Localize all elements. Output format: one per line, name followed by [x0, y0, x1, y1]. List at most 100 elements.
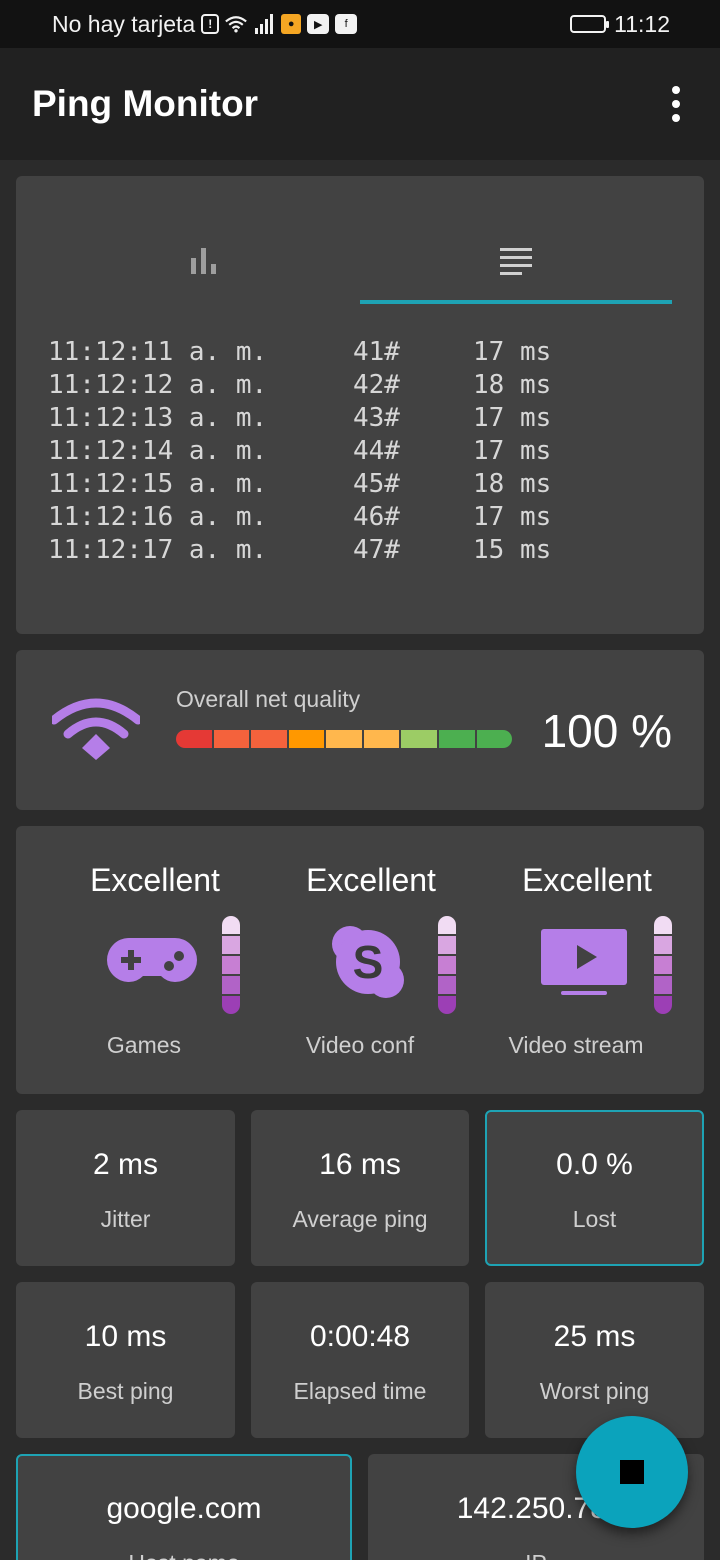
wifi-status-icon: [225, 13, 248, 35]
quality-bar-segment: [251, 730, 289, 748]
quality-bar-segment: [288, 730, 327, 748]
host-name-label: Host name: [18, 1550, 350, 1560]
meter-segment: [654, 956, 672, 976]
log-seq: 46#: [353, 502, 400, 532]
log-latency: 17 ms: [473, 337, 552, 367]
stat-label: Lost: [572, 1206, 617, 1232]
use-cases-card: Excellent Games Excellent S Video conf E…: [16, 826, 704, 1094]
stat-value: 25 ms: [553, 1320, 636, 1353]
carrier-text: No hay tarjeta: [52, 10, 196, 37]
log-row: 11:12:14 a. m. 44# 17 ms: [48, 435, 551, 468]
bar-chart-icon: [191, 248, 216, 274]
stat-worst-ping: 25 ms Worst ping: [485, 1282, 704, 1438]
quality-bar-segment: [401, 730, 439, 748]
log-time: 11:12:13 a. m.: [48, 403, 268, 433]
ping-log-list: 11:12:11 a. m. 41# 17 ms 11:12:12 a. m. 42# 1…: [48, 336, 551, 567]
log-latency: 18 ms: [473, 469, 552, 499]
log-row: 11:12:16 a. m. 46# 17 ms: [48, 501, 551, 534]
gamepad-icon: [107, 938, 197, 982]
log-latency: 15 ms: [473, 535, 552, 565]
wifi-icon: [52, 698, 140, 760]
log-time: 11:12:11 a. m.: [48, 337, 268, 367]
stat-value: 0:00:48: [309, 1320, 411, 1353]
video-stream-quality-meter: [654, 916, 672, 1014]
clock: 11:12: [614, 10, 670, 37]
meter-segment: [438, 996, 456, 1014]
battery-icon: [570, 15, 610, 33]
log-time: 11:12:15 a. m.: [48, 469, 268, 499]
ping-log-card: 11:12:11 a. m. 41# 17 ms 11:12:12 a. m. 42# 1…: [16, 176, 704, 634]
log-row: 11:12:15 a. m. 45# 18 ms: [48, 468, 551, 501]
svg-text:S: S: [353, 936, 384, 988]
stat-best-ping: 10 ms Best ping: [16, 1282, 235, 1438]
use-case-status: Excellent: [522, 862, 652, 898]
tab-indicator: [360, 300, 672, 304]
log-latency: 17 ms: [473, 436, 552, 466]
meter-segment: [654, 916, 672, 936]
facebook-icon: f: [335, 14, 358, 34]
stat-label: Best ping: [77, 1378, 174, 1404]
stat-lost: 0.0 % Lost: [485, 1110, 704, 1266]
app-title: Ping Monitor: [32, 83, 259, 124]
net-quality-card: Overall net quality 100 %: [16, 650, 704, 810]
use-case-label: Video stream: [508, 1032, 644, 1058]
quality-percent: 100 %: [541, 705, 672, 757]
stat-label: Elapsed time: [293, 1378, 427, 1404]
status-bar: No hay tarjeta ! ● ▶ f 11:12: [0, 0, 720, 48]
log-seq: 43#: [353, 403, 400, 433]
games-quality-meter: [222, 916, 240, 1014]
skype-icon: S: [332, 926, 404, 998]
meter-segment: [222, 956, 240, 976]
app-bar: Ping Monitor: [0, 48, 720, 160]
log-latency: 17 ms: [473, 403, 552, 433]
meter-segment: [438, 916, 456, 936]
stat-label: Jitter: [100, 1206, 151, 1232]
log-time: 11:12:16 a. m.: [48, 502, 268, 532]
view-tabs: [16, 216, 704, 306]
quality-label: Overall net quality: [176, 686, 361, 712]
signal-icon: [253, 13, 275, 35]
log-seq: 47#: [353, 535, 400, 565]
meter-segment: [654, 996, 672, 1014]
host-name-value: google.com: [106, 1492, 262, 1525]
meter-segment: [222, 976, 240, 996]
ip-label: IP: [368, 1550, 704, 1560]
meter-segment: [222, 936, 240, 956]
quality-bar: [176, 730, 512, 748]
stat-label: Worst ping: [539, 1378, 650, 1404]
log-row: 11:12:13 a. m. 43# 17 ms: [48, 402, 551, 435]
quality-bar-segment: [213, 730, 252, 748]
stat-value: 10 ms: [84, 1320, 167, 1353]
video-conf-quality-meter: [438, 916, 456, 1014]
more-vert-icon[interactable]: [664, 80, 688, 128]
use-case-status: Excellent: [306, 862, 436, 898]
host-name-card[interactable]: google.com Host name: [16, 1454, 352, 1560]
tab-list[interactable]: [360, 216, 672, 306]
list-icon: [500, 248, 532, 275]
use-case-video-stream: Excellent Video stream: [492, 826, 708, 1092]
quality-bar-segment: [326, 730, 364, 748]
log-seq: 41#: [353, 337, 400, 367]
meter-segment: [222, 916, 240, 936]
youtube-icon: ▶: [307, 14, 330, 34]
stat-label: Average ping: [292, 1206, 428, 1232]
quality-bar-segment: [363, 730, 402, 748]
stat-average-ping: 16 ms Average ping: [251, 1110, 469, 1266]
quality-bar-segment: [176, 730, 214, 748]
log-row: 11:12:11 a. m. 41# 17 ms: [48, 336, 551, 369]
stop-button[interactable]: [576, 1416, 688, 1528]
log-time: 11:12:14 a. m.: [48, 436, 268, 466]
meter-segment: [654, 976, 672, 996]
tab-chart[interactable]: [48, 216, 360, 306]
stop-icon: [620, 1460, 644, 1484]
log-seq: 44#: [353, 436, 400, 466]
stat-value: 2 ms: [92, 1148, 158, 1181]
stat-elapsed-time: 0:00:48 Elapsed time: [251, 1282, 469, 1438]
log-time: 11:12:17 a. m.: [48, 535, 268, 565]
alert-icon: !: [201, 14, 220, 34]
stat-value: 16 ms: [319, 1148, 401, 1181]
log-seq: 45#: [353, 469, 400, 499]
meter-segment: [222, 996, 240, 1014]
meter-segment: [438, 976, 456, 996]
log-seq: 42#: [353, 370, 400, 400]
